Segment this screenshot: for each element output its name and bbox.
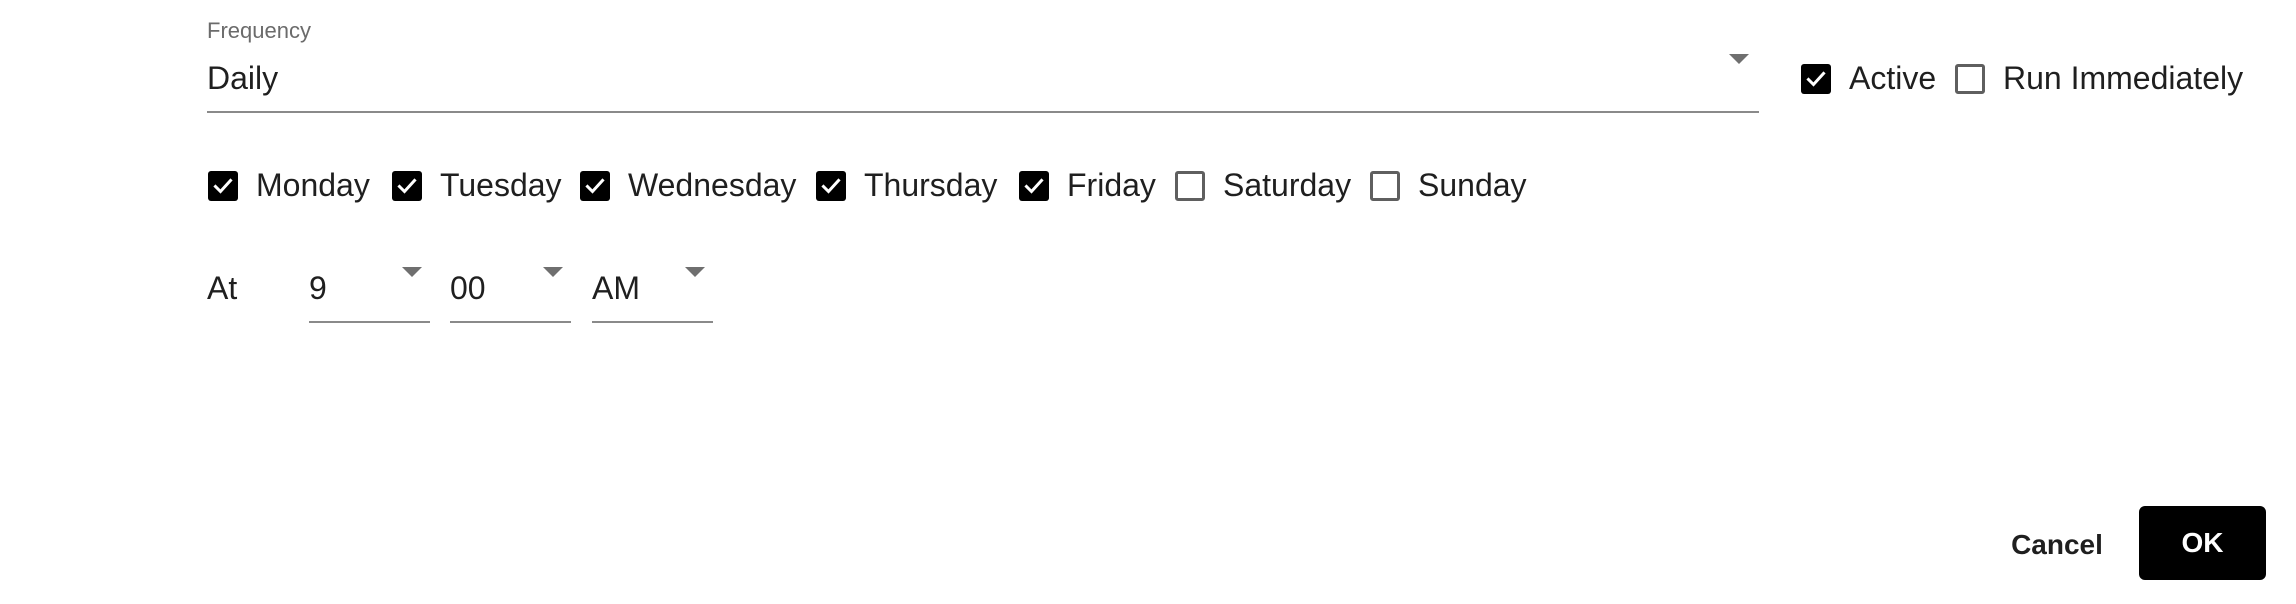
day-label-friday: Friday bbox=[1067, 167, 1156, 203]
minute-select[interactable]: 00 bbox=[450, 255, 571, 323]
ampm-select[interactable]: AM bbox=[592, 255, 713, 323]
checkbox-checked-icon bbox=[392, 170, 422, 201]
day-checkbox-wednesday[interactable]: Wednesday bbox=[580, 167, 796, 204]
checkbox-checked-icon bbox=[208, 170, 238, 201]
run-immediately-label: Run Immediately bbox=[2003, 60, 2244, 96]
checkbox-checked-icon bbox=[580, 170, 610, 201]
active-checkbox[interactable]: Active bbox=[1801, 60, 1936, 97]
day-label-saturday: Saturday bbox=[1223, 167, 1352, 203]
checkbox-checked-icon bbox=[1019, 170, 1049, 201]
checkbox-unchecked-icon bbox=[1370, 170, 1400, 201]
day-checkbox-sunday[interactable]: Sunday bbox=[1370, 167, 1527, 204]
day-label-monday: Monday bbox=[256, 167, 370, 203]
day-label-wednesday: Wednesday bbox=[628, 167, 797, 203]
day-label-sunday: Sunday bbox=[1418, 167, 1527, 203]
day-checkbox-tuesday[interactable]: Tuesday bbox=[392, 167, 562, 204]
day-checkbox-saturday[interactable]: Saturday bbox=[1175, 167, 1351, 204]
day-label-tuesday: Tuesday bbox=[440, 167, 562, 203]
frequency-label: Frequency bbox=[207, 18, 311, 43]
dropdown-arrow-icon bbox=[685, 267, 705, 277]
active-label: Active bbox=[1849, 60, 1937, 96]
frequency-select[interactable]: Frequency Daily bbox=[207, 14, 1759, 113]
ampm-value: AM bbox=[592, 270, 640, 306]
checkbox-unchecked-icon bbox=[1175, 170, 1205, 201]
hour-value: 9 bbox=[309, 270, 327, 306]
day-label-thursday: Thursday bbox=[864, 167, 998, 203]
day-checkbox-monday[interactable]: Monday bbox=[208, 167, 370, 204]
checkbox-unchecked-icon bbox=[1955, 63, 1985, 94]
hour-select[interactable]: 9 bbox=[309, 255, 430, 323]
dropdown-arrow-icon bbox=[402, 267, 422, 277]
dropdown-arrow-icon bbox=[543, 267, 563, 277]
ok-button[interactable]: OK bbox=[2139, 506, 2266, 580]
at-label: At bbox=[207, 270, 238, 306]
checkbox-checked-icon bbox=[1801, 63, 1831, 94]
day-checkbox-thursday[interactable]: Thursday bbox=[816, 167, 997, 204]
frequency-value: Daily bbox=[207, 60, 279, 96]
minute-value: 00 bbox=[450, 270, 486, 306]
cancel-button[interactable]: Cancel bbox=[1985, 510, 2129, 580]
dropdown-arrow-icon bbox=[1729, 54, 1749, 64]
run-immediately-checkbox[interactable]: Run Immediately bbox=[1955, 60, 2243, 97]
schedule-form: Frequency Daily Active Run Immediately M… bbox=[0, 0, 2296, 604]
checkbox-checked-icon bbox=[816, 170, 846, 201]
day-checkbox-friday[interactable]: Friday bbox=[1019, 167, 1156, 204]
